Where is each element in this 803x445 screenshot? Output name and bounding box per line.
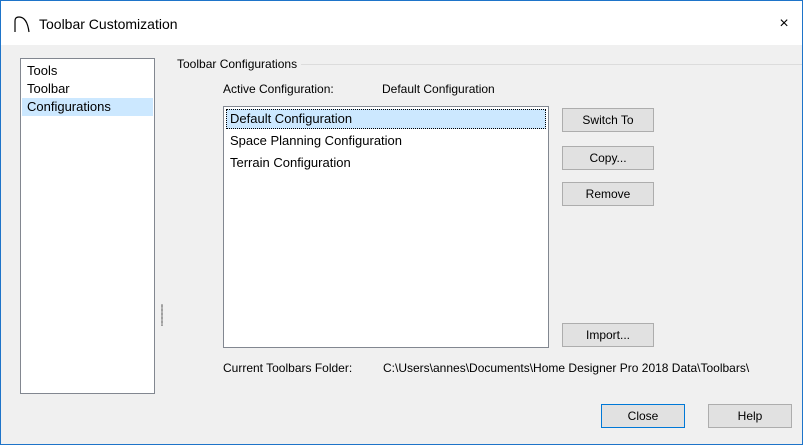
close-icon[interactable]: × bbox=[771, 11, 797, 37]
active-configuration-label: Active Configuration: bbox=[223, 82, 334, 96]
nav-item-configurations[interactable]: Configurations bbox=[22, 98, 153, 116]
window-title: Toolbar Customization bbox=[39, 16, 178, 32]
app-arch-icon bbox=[14, 16, 30, 33]
import-button[interactable]: Import... bbox=[562, 323, 654, 347]
title-bar[interactable]: Toolbar Customization × bbox=[1, 1, 802, 45]
configuration-list[interactable]: Default Configuration Space Planning Con… bbox=[223, 106, 549, 348]
switch-to-button[interactable]: Switch To bbox=[562, 108, 654, 132]
config-item-terrain[interactable]: Terrain Configuration bbox=[226, 153, 546, 173]
active-configuration-value: Default Configuration bbox=[382, 82, 495, 96]
category-list[interactable]: Tools Toolbar Configurations bbox=[20, 58, 155, 394]
toolbar-customization-dialog: Toolbar Customization × Tools Toolbar Co… bbox=[0, 0, 803, 445]
config-item-default[interactable]: Default Configuration bbox=[226, 109, 546, 129]
help-button[interactable]: Help bbox=[708, 404, 792, 428]
group-title: Toolbar Configurations bbox=[177, 57, 302, 71]
splitter-handle[interactable] bbox=[161, 304, 163, 326]
nav-item-tools[interactable]: Tools bbox=[22, 62, 153, 80]
copy-button[interactable]: Copy... bbox=[562, 146, 654, 170]
close-button[interactable]: Close bbox=[601, 404, 685, 428]
nav-item-toolbar[interactable]: Toolbar bbox=[22, 80, 153, 98]
toolbars-folder-path: C:\Users\annes\Documents\Home Designer P… bbox=[383, 361, 750, 375]
toolbars-folder-label: Current Toolbars Folder: bbox=[223, 361, 353, 375]
config-item-space-planning[interactable]: Space Planning Configuration bbox=[226, 131, 546, 151]
remove-button[interactable]: Remove bbox=[562, 182, 654, 206]
